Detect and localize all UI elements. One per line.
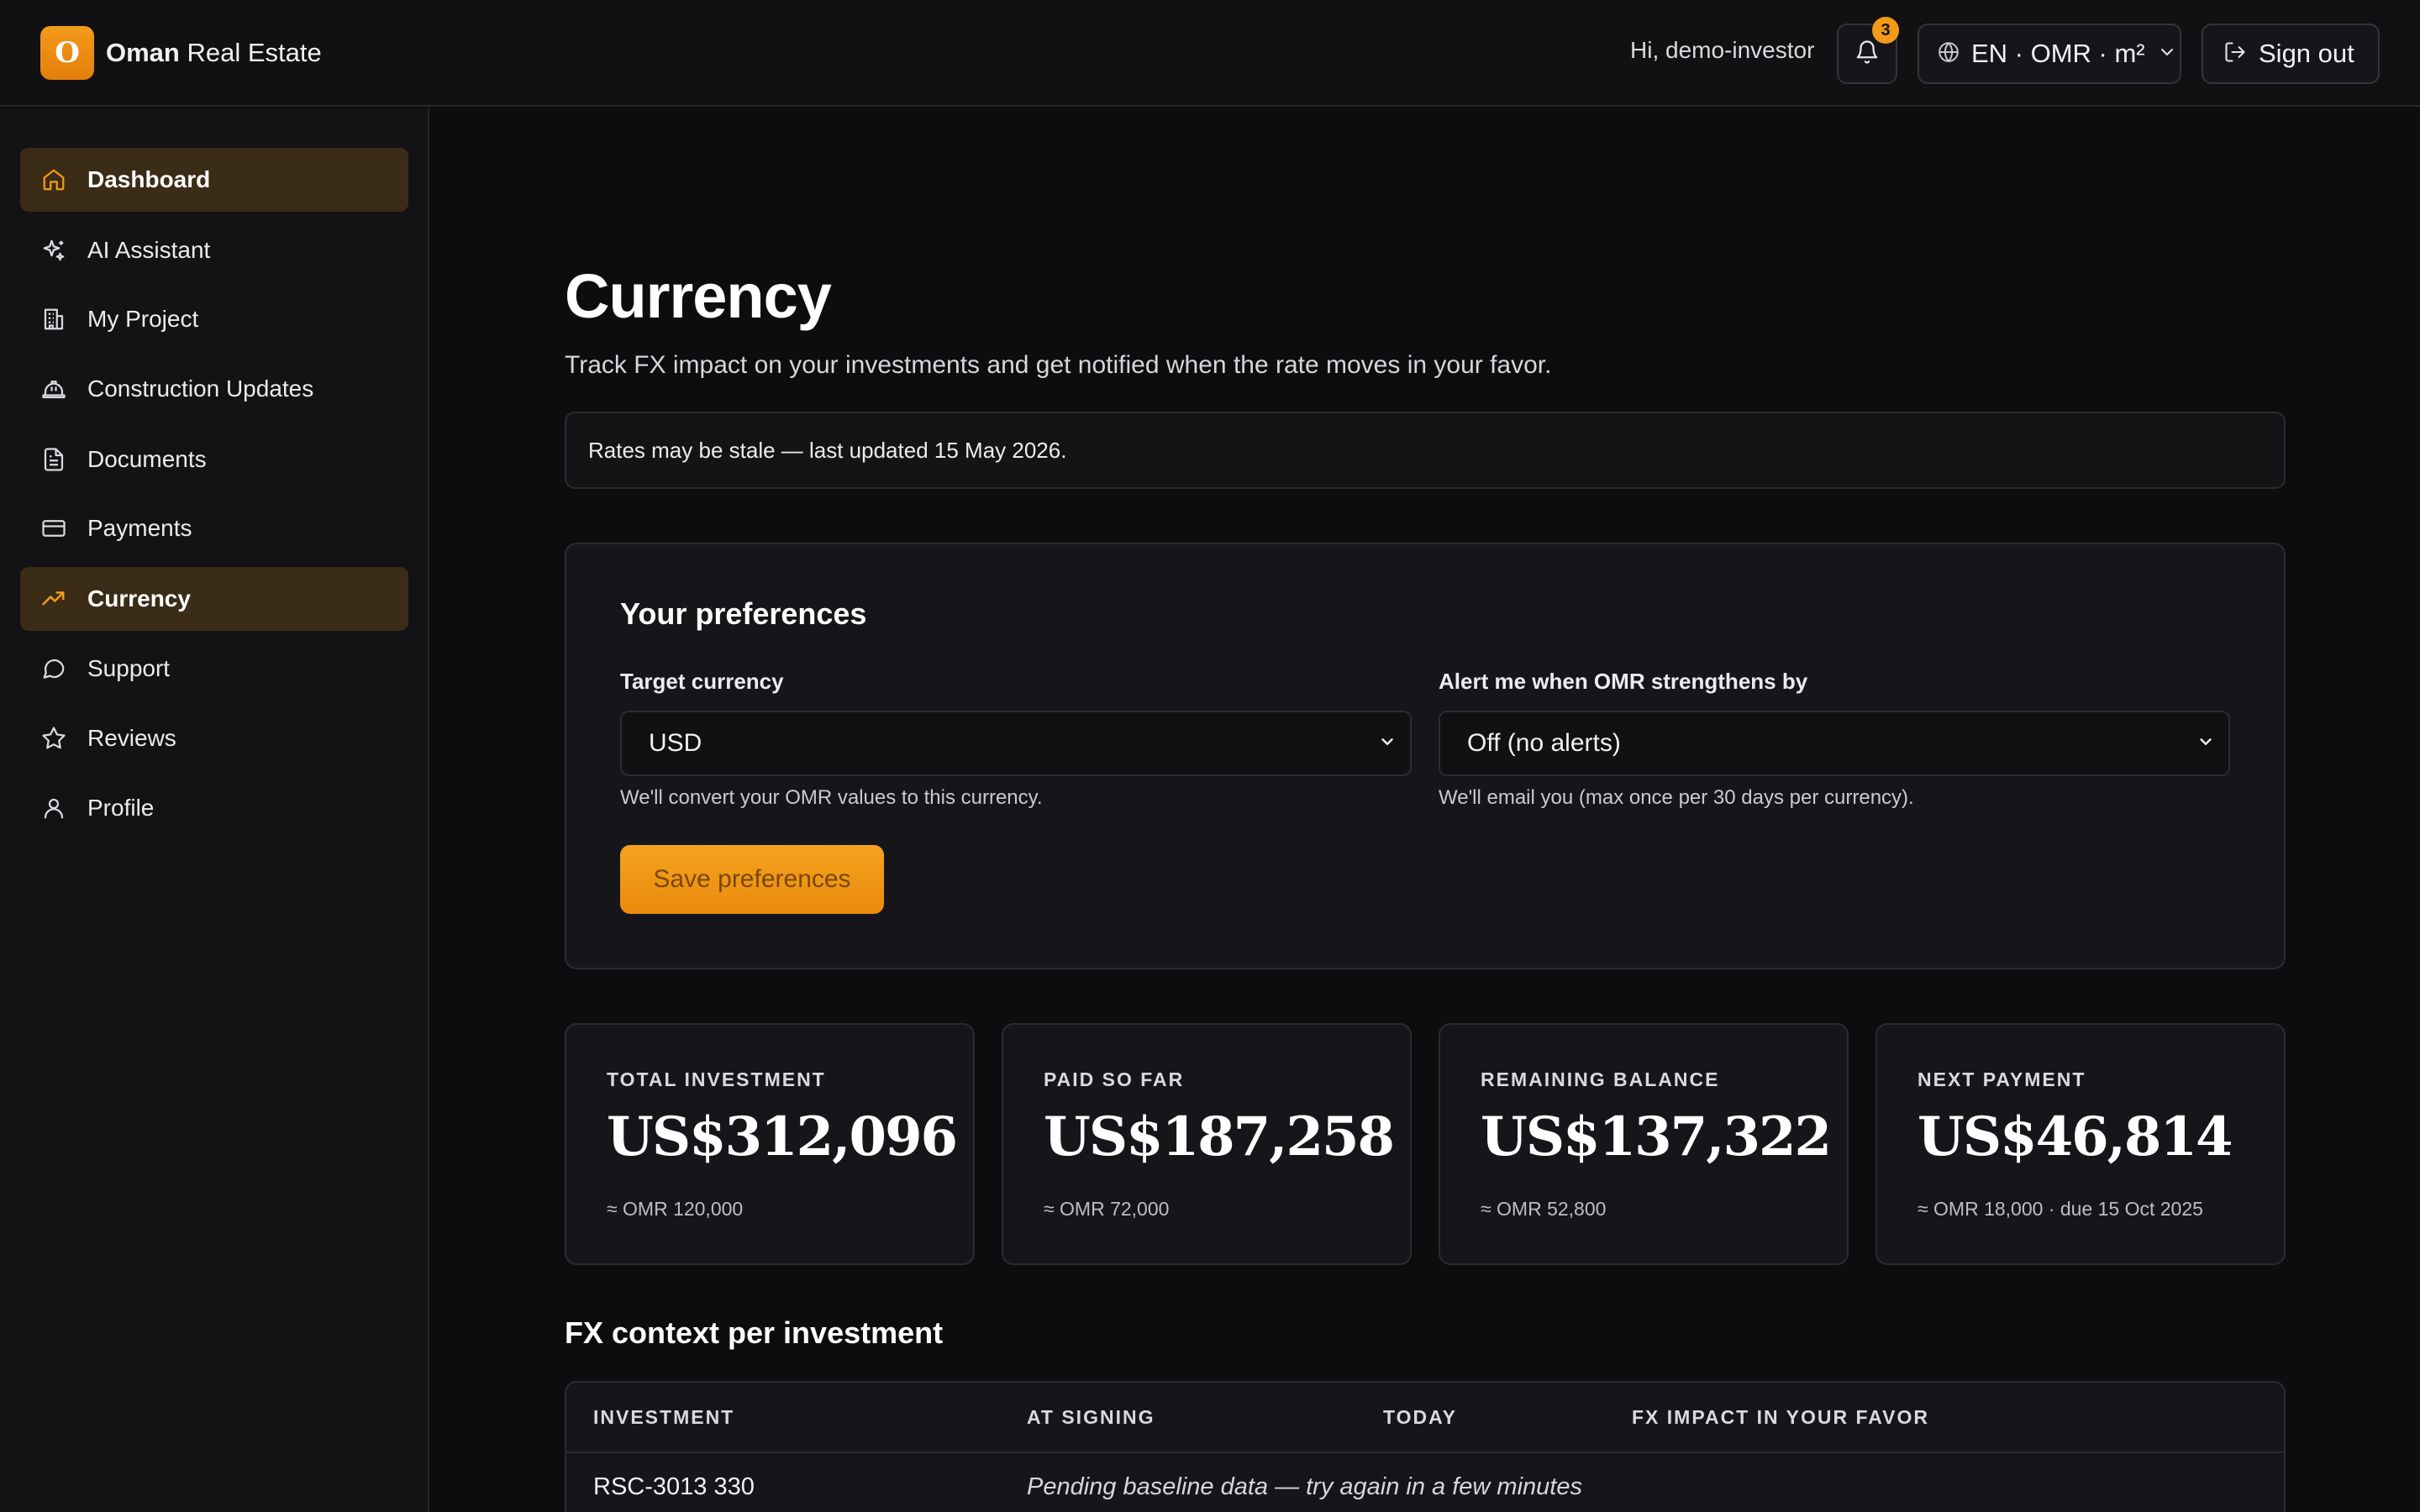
column-header-at-signing: AT SIGNING xyxy=(1027,1406,1155,1428)
brand-logo: O xyxy=(40,26,94,80)
brand-name-rest: Real Estate xyxy=(179,38,322,67)
column-header-investment: INVESTMENT xyxy=(593,1406,735,1428)
stat-card-paid-so-far: PAID SO FAR US$187,258 ≈ OMR 72,000 xyxy=(1002,1023,1412,1265)
chevron-down-icon xyxy=(2196,732,2215,755)
sidebar-item-profile[interactable]: Profile xyxy=(20,776,408,840)
sidebar-item-dashboard[interactable]: Dashboard xyxy=(20,148,408,212)
locale-selector[interactable]: EN · OMR · m² xyxy=(1918,24,2181,84)
sidebar: Dashboard AI Assistant My Project Constr… xyxy=(0,108,429,1512)
stat-card-remaining-balance: REMAINING BALANCE US$137,322 ≈ OMR 52,80… xyxy=(1439,1023,1849,1265)
sidebar-item-label: Profile xyxy=(87,795,155,821)
chat-bubble-icon xyxy=(40,655,67,682)
sidebar-item-label: Dashboard xyxy=(87,166,211,192)
stale-rates-notice: Rates may be stale — last updated 15 May… xyxy=(565,412,2286,489)
save-preferences-button[interactable]: Save preferences xyxy=(620,845,884,914)
chevron-down-icon xyxy=(2157,42,2177,66)
alert-threshold-label: Alert me when OMR strengthens by xyxy=(1439,669,1808,694)
trending-up-icon xyxy=(40,585,67,612)
sparkles-icon xyxy=(40,237,67,264)
target-currency-select[interactable]: USD xyxy=(620,711,1412,776)
table-row: RSC-3013 330 Pending baseline data — try… xyxy=(566,1455,2284,1512)
locale-label: EN · OMR · m² xyxy=(1971,39,2145,68)
chevron-down-icon xyxy=(1378,732,1397,755)
notification-count-badge: 3 xyxy=(1872,17,1899,44)
sidebar-item-support[interactable]: Support xyxy=(20,637,408,701)
stat-value: US$46,814 xyxy=(1918,1105,2233,1168)
sidebar-item-label: AI Assistant xyxy=(87,237,211,263)
sidebar-item-label: Reviews xyxy=(87,725,176,751)
top-bar: O Oman Real Estate Hi, demo-investor 3 E… xyxy=(0,0,2420,107)
stat-subtext: ≈ OMR 52,800 xyxy=(1481,1198,1607,1220)
stat-value: US$187,258 xyxy=(1044,1105,1395,1168)
sidebar-item-label: My Project xyxy=(87,306,199,332)
sidebar-item-documents[interactable]: Documents xyxy=(20,428,408,491)
star-icon xyxy=(40,725,67,752)
brand-initial: O xyxy=(55,36,80,70)
column-header-fx-impact: FX IMPACT IN YOUR FAVOR xyxy=(1632,1406,1929,1428)
stat-value: US$137,322 xyxy=(1481,1105,1832,1168)
building-icon xyxy=(40,306,67,333)
sidebar-item-payments[interactable]: Payments xyxy=(20,496,408,560)
column-header-today: TODAY xyxy=(1383,1406,1457,1428)
stat-subtext: ≈ OMR 120,000 xyxy=(607,1198,744,1220)
investment-id: RSC-3013 330 xyxy=(593,1473,755,1500)
sign-out-button[interactable]: Sign out xyxy=(2202,24,2380,84)
stat-value: US$312,096 xyxy=(607,1105,958,1168)
document-icon xyxy=(40,446,67,473)
sidebar-item-my-project[interactable]: My Project xyxy=(20,287,408,351)
page-title: Currency xyxy=(565,261,832,331)
home-icon xyxy=(40,166,67,193)
alert-threshold-value: Off (no alerts) xyxy=(1467,729,1621,757)
sidebar-item-label: Construction Updates xyxy=(87,375,314,402)
stat-label: NEXT PAYMENT xyxy=(1918,1068,2086,1090)
alert-threshold-help: We'll email you (max once per 30 days pe… xyxy=(1439,786,1914,809)
stat-card-total-investment: TOTAL INVESTMENT US$312,096 ≈ OMR 120,00… xyxy=(565,1023,975,1265)
table-header: INVESTMENT AT SIGNING TODAY FX IMPACT IN… xyxy=(566,1383,2284,1453)
target-currency-help: We'll convert your OMR values to this cu… xyxy=(620,786,1043,809)
preferences-card: Your preferences Target currency USD We'… xyxy=(565,543,2286,969)
pending-baseline-status: Pending baseline data — try again in a f… xyxy=(1027,1473,1582,1500)
log-out-icon xyxy=(2223,40,2247,68)
fx-context-title: FX context per investment xyxy=(565,1315,944,1350)
target-currency-value: USD xyxy=(649,729,702,757)
sidebar-item-construction-updates[interactable]: Construction Updates xyxy=(20,357,408,421)
stat-card-next-payment: NEXT PAYMENT US$46,814 ≈ OMR 18,000 · du… xyxy=(1876,1023,2286,1265)
brand-name-bold: Oman xyxy=(106,38,180,67)
sidebar-item-currency[interactable]: Currency xyxy=(20,567,408,631)
stat-subtext: ≈ OMR 18,000 · due 15 Oct 2025 xyxy=(1918,1198,2203,1220)
brand[interactable]: O Oman Real Estate xyxy=(40,26,322,80)
stat-label: REMAINING BALANCE xyxy=(1481,1068,1720,1090)
sidebar-item-ai-assistant[interactable]: AI Assistant xyxy=(20,218,408,282)
sidebar-item-label: Payments xyxy=(87,515,192,541)
sidebar-item-label: Documents xyxy=(87,446,207,472)
page-subtitle: Track FX impact on your investments and … xyxy=(565,351,1552,379)
fx-context-table: INVESTMENT AT SIGNING TODAY FX IMPACT IN… xyxy=(565,1381,2286,1512)
sidebar-item-label: Currency xyxy=(87,585,191,612)
stat-label: PAID SO FAR xyxy=(1044,1068,1185,1090)
brand-name: Oman Real Estate xyxy=(106,38,322,68)
stale-rates-text: Rates may be stale — last updated 15 May… xyxy=(588,437,1067,463)
sidebar-item-reviews[interactable]: Reviews xyxy=(20,706,408,770)
alert-threshold-select[interactable]: Off (no alerts) xyxy=(1439,711,2230,776)
preferences-title: Your preferences xyxy=(620,596,867,631)
hard-hat-icon xyxy=(40,375,67,402)
globe-icon xyxy=(1938,41,1960,67)
stat-label: TOTAL INVESTMENT xyxy=(607,1068,826,1090)
credit-card-icon xyxy=(40,515,67,542)
bell-icon xyxy=(1854,39,1880,69)
sidebar-item-label: Support xyxy=(87,655,171,681)
target-currency-label: Target currency xyxy=(620,669,784,694)
user-icon xyxy=(40,795,67,822)
greeting: Hi, demo-investor xyxy=(1630,37,1815,63)
stat-subtext: ≈ OMR 72,000 xyxy=(1044,1198,1170,1220)
sign-out-label: Sign out xyxy=(2259,39,2354,68)
